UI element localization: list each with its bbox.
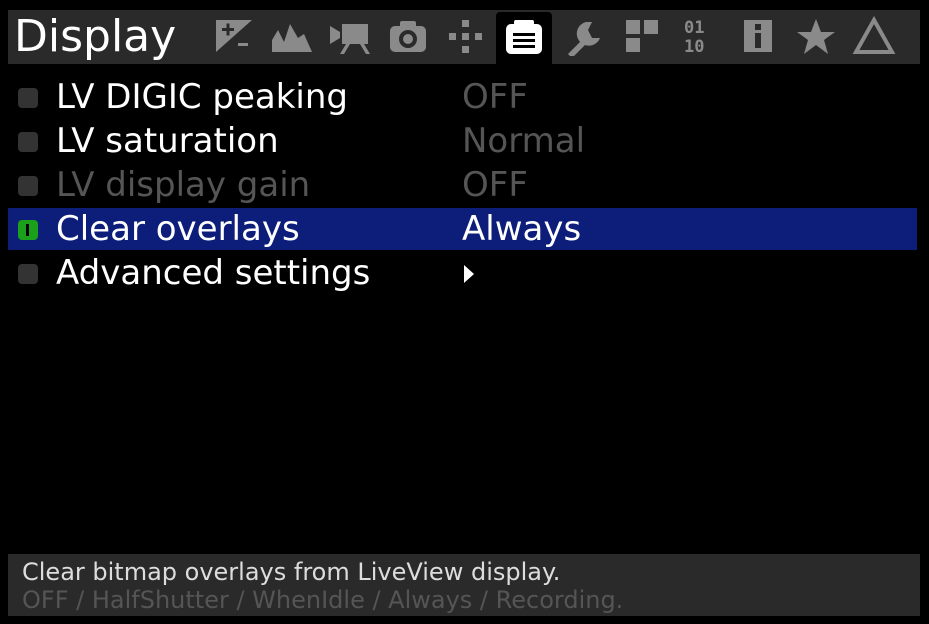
menu-item-label: Advanced settings [56,253,371,293]
tab-focus[interactable] [438,12,494,60]
menu-item-label: LV DIGIC peaking [56,77,349,117]
menu-item-value: OFF [462,165,528,205]
focus-points-icon [449,20,482,53]
menu-item-value: Normal [462,121,586,161]
page-title: Display [14,11,177,62]
menu-item-lv-display-gain[interactable]: LV display gain OFF [8,164,917,206]
info-icon [744,20,772,52]
menu-item-label: Clear overlays [56,209,300,249]
menu-item-bullet [18,88,38,108]
menu-item-clear-overlays[interactable]: Clear overlays Always [8,208,917,250]
svg-text:01: 01 [684,18,704,38]
menu-item-value: Always [462,209,582,249]
star-icon [797,19,835,54]
tab-debug[interactable]: 01 10 [672,12,728,60]
menu-item-bullet [18,176,38,196]
menu-header: Display 01 10 [8,10,920,64]
tab-display[interactable] [496,12,552,64]
exposure-icon [216,20,252,52]
menu-item-bullet-active [18,220,38,240]
menu-item-label: LV saturation [56,121,279,161]
menu-item-bullet [18,264,38,284]
tab-prefs[interactable] [556,12,612,60]
menu-item-value: OFF [462,77,528,117]
binary-debug-icon: 01 10 [684,18,704,56]
tab-modified[interactable] [846,12,902,60]
tab-shoot[interactable] [380,12,436,60]
tab-info[interactable] [730,12,786,60]
svg-text:10: 10 [684,37,704,56]
display-icon [506,20,542,54]
movie-camera-icon [330,24,370,54]
tab-movie[interactable] [322,12,378,60]
tab-exposure[interactable] [206,12,262,60]
menu-item-lv-saturation[interactable]: LV saturation Normal [8,120,917,162]
menu-item-advanced-settings[interactable]: Advanced settings [8,252,917,294]
help-options: OFF / HalfShutter / WhenIdle / Always / … [22,586,624,614]
help-description: Clear bitmap overlays from LiveView disp… [22,558,561,586]
histogram-icon [272,24,312,52]
submenu-arrow-icon[interactable] [464,265,474,283]
tab-mymenu[interactable] [788,12,844,60]
menu-item-label: LV display gain [56,165,311,205]
triangle-icon [852,16,896,54]
tab-modules[interactable] [614,12,670,60]
modules-icon [626,20,658,52]
tab-histogram[interactable] [264,12,320,60]
menu-item-bullet [18,132,38,152]
help-bar: Clear bitmap overlays from LiveView disp… [8,554,920,616]
menu-item-lv-digic-peaking[interactable]: LV DIGIC peaking OFF [8,76,917,118]
wrench-icon [568,22,600,56]
camera-icon [390,21,426,52]
